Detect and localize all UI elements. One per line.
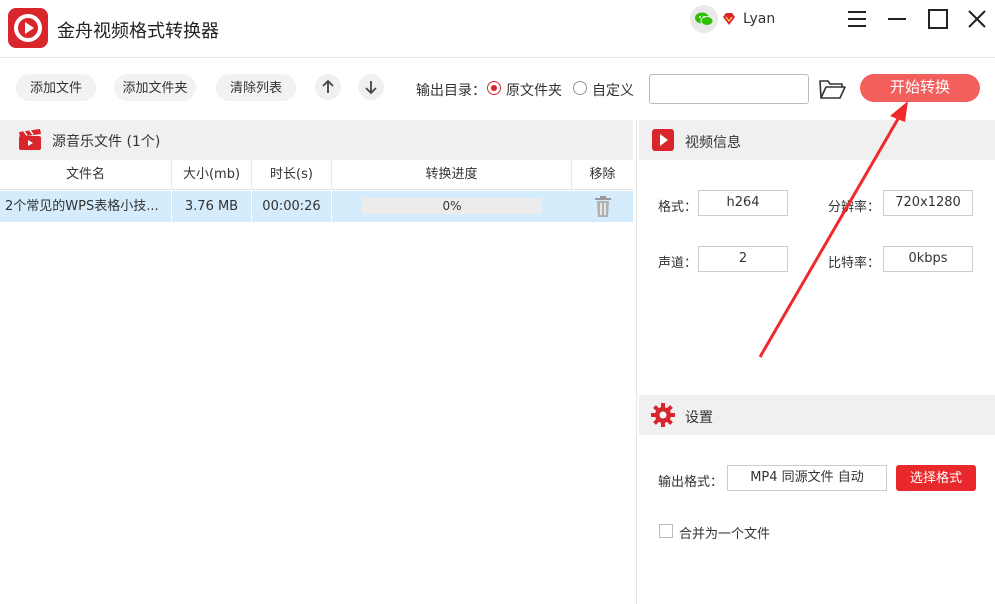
file-size-cell: 3.76 MB [172,191,252,222]
column-header-progress: 转换进度 [332,160,572,190]
vip-diamond-icon [722,11,736,25]
menu-icon[interactable] [846,8,868,30]
add-folder-button[interactable]: 添加文件夹 [114,74,196,101]
video-info-title: 视频信息 [685,135,741,151]
column-header-duration: 时长(s) [252,160,332,190]
app-logo-icon [8,8,48,48]
settings-header: 设置 [639,395,995,435]
file-panel-header: 源音乐文件 (1个) [0,120,633,160]
add-file-button[interactable]: 添加文件 [16,74,96,101]
title-bar: 金舟视频格式转换器 Lyan [0,0,995,58]
file-panel-title: 源音乐文件 (1个) [52,134,161,150]
merge-checkbox[interactable] [659,524,673,538]
channel-label: 声道： [658,256,698,271]
output-format-label: 输出格式： [658,475,724,490]
output-format-value[interactable]: MP4 同源文件 自动 [727,465,887,491]
close-icon[interactable] [966,8,988,30]
arrow-up-icon [322,79,334,93]
video-info-header: 视频信息 [639,120,995,160]
format-value: h264 [698,190,788,216]
radio-custom[interactable] [573,81,587,95]
resolution-value: 720x1280 [883,190,973,216]
start-convert-button[interactable]: 开始转换 [860,74,980,102]
minimize-icon[interactable] [886,8,908,30]
file-name-cell: 2个常见的WPS表格小技... [0,191,172,222]
column-header-name: 文件名 [0,160,172,190]
move-down-button[interactable] [358,74,384,100]
progress-bar: 0% [362,198,542,214]
table-row[interactable]: 2个常见的WPS表格小技... 3.76 MB 00:00:26 0% [0,191,633,222]
output-path-input[interactable] [649,74,809,104]
radio-original-label[interactable]: 原文件夹 [506,80,562,100]
right-panel: 视频信息 格式： h264 分辨率： 720x1280 声道： 2 比特率： 0… [636,120,995,604]
radio-custom-label[interactable]: 自定义 [592,80,634,100]
gear-icon [651,403,675,427]
app-window: 金舟视频格式转换器 Lyan 添加文件 添加文件夹 清除列表 输出目录： 原文件… [0,0,995,604]
clapper-icon [18,129,42,151]
user-name[interactable]: Lyan [743,11,775,27]
file-table-header: 文件名 大小(mb) 时长(s) 转换进度 移除 [0,160,633,190]
toolbar: 添加文件 添加文件夹 清除列表 输出目录： 原文件夹 自定义 开始转换 [0,59,995,119]
channel-value: 2 [698,246,788,272]
bitrate-value: 0kbps [883,246,973,272]
folder-open-icon[interactable] [818,77,846,101]
column-header-size: 大小(mb) [172,160,252,190]
radio-original-folder[interactable] [487,81,501,95]
format-label: 格式： [658,200,698,215]
output-dir-label: 输出目录： [416,83,486,99]
clear-list-button[interactable]: 清除列表 [216,74,296,101]
choose-format-button[interactable]: 选择格式 [896,465,976,491]
bitrate-label: 比特率： [828,256,881,271]
move-up-button[interactable] [315,74,341,100]
maximize-icon[interactable] [927,8,949,30]
progress-text: 0% [442,199,462,213]
arrow-down-icon [365,81,377,95]
app-title: 金舟视频格式转换器 [57,21,219,42]
play-icon [651,128,675,152]
file-duration-cell: 00:00:26 [252,191,332,222]
trash-icon[interactable] [593,196,613,217]
wechat-icon[interactable] [690,5,718,33]
resolution-label: 分辨率： [828,200,881,215]
column-header-remove: 移除 [589,167,616,182]
settings-title: 设置 [685,410,713,426]
merge-label[interactable]: 合并为一个文件 [679,523,770,542]
